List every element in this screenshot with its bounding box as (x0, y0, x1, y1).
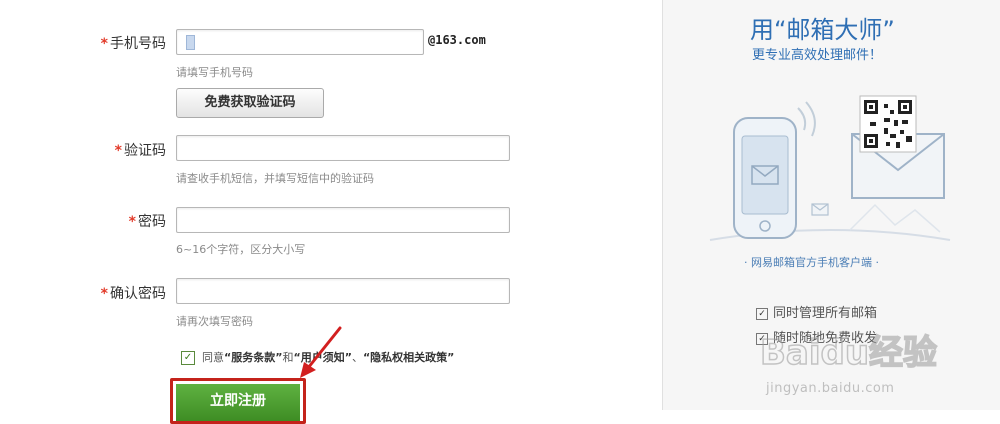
confirm-password-hint: 请再次填写密码 (176, 315, 253, 328)
checkbox-icon: ✓ (756, 307, 768, 320)
watermark-url: jingyan.baidu.com (766, 381, 895, 396)
signal-icon (797, 101, 816, 137)
qr-envelope-icon (851, 95, 945, 199)
client-caption: · 网易邮箱官方手机客户端 · (744, 256, 879, 269)
password-input[interactable] (176, 207, 510, 233)
watermark-brand: Baidu经验 (760, 333, 937, 373)
get-verification-code-button[interactable]: 免费获取验证码 (176, 88, 324, 118)
promo-title: 用“邮箱大师” (750, 16, 895, 44)
confirm-password-input[interactable] (176, 278, 510, 304)
terms-link[interactable]: “服务条款” (224, 351, 282, 364)
register-button[interactable]: 立即注册 (176, 384, 300, 421)
required-mark: * (100, 36, 108, 52)
phone-label: * 手机号码 (100, 36, 166, 52)
annotation-arrow-icon (300, 326, 342, 378)
privacy-policy-link[interactable]: “隐私权相关政策” (363, 351, 454, 364)
confirm-password-label: * 确认密码 (100, 286, 166, 302)
email-domain-suffix: @163.com (428, 33, 486, 47)
password-hint: 6~16个字符，区分大小写 (176, 243, 306, 256)
required-mark: * (114, 143, 122, 159)
phone-input[interactable] (176, 29, 424, 55)
agree-checkbox[interactable]: ✓ (181, 351, 195, 365)
feature-item: ✓ 同时管理所有邮箱 (756, 302, 877, 321)
password-label: * 密码 (128, 214, 166, 230)
baidu-watermark-logo: Baidu经验 (760, 332, 938, 374)
phone-icon (733, 117, 797, 239)
code-hint: 请查收手机短信，并填写短信中的验证码 (176, 172, 374, 185)
text-cursor (186, 35, 195, 50)
verification-code-input[interactable] (176, 135, 510, 161)
submit-highlight-box: 立即注册 (170, 378, 306, 424)
small-envelope-icon (811, 203, 829, 216)
required-mark: * (128, 214, 136, 230)
registration-form: * 手机号码 @163.com 请填写手机号码 免费获取验证码 * 验证码 请查收手… (0, 0, 662, 424)
phone-hint: 请填写手机号码 (176, 66, 253, 79)
promo-subtitle: 更专业高效处理邮件！ (752, 48, 883, 63)
code-label: * 验证码 (114, 143, 166, 159)
required-mark: * (100, 286, 108, 302)
mail-master-illustration (709, 95, 951, 241)
